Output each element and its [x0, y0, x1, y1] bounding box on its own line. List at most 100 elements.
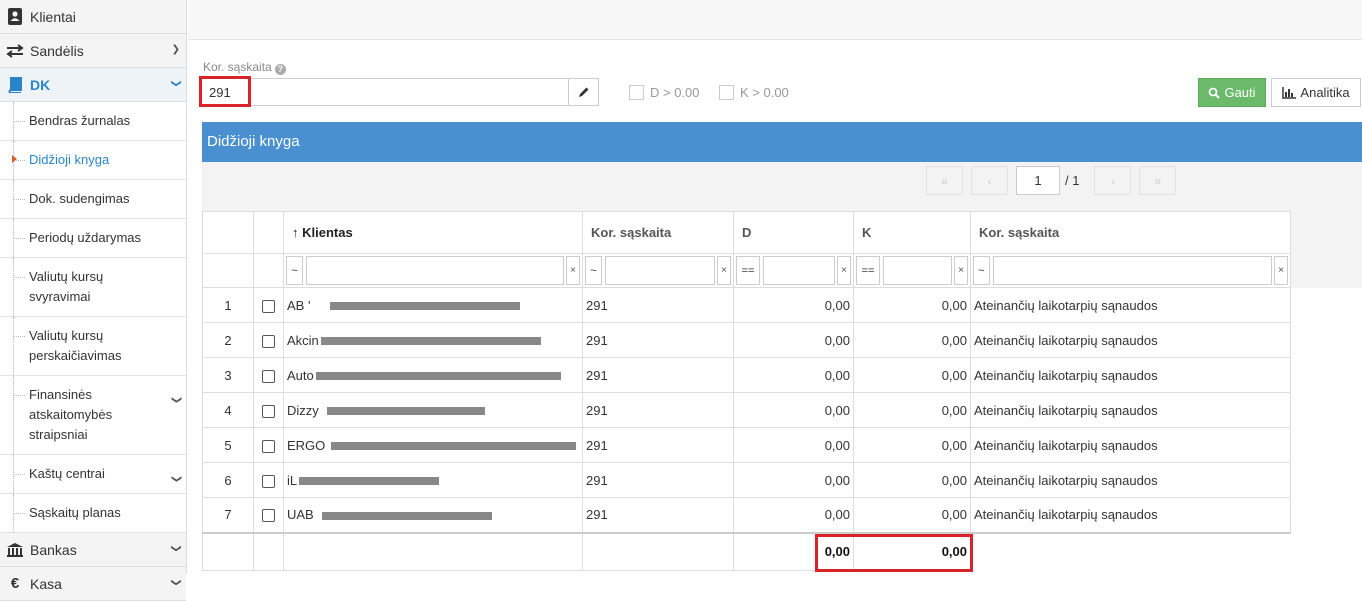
k-cell: 0,00 — [853, 497, 971, 533]
col-k-label: K — [862, 225, 872, 240]
table-row[interactable]: 7 UAB 291 0,00 0,00 Ateinančių laikotarp… — [202, 497, 1291, 533]
checkbox[interactable] — [719, 85, 734, 100]
filter-op[interactable]: == — [856, 256, 880, 285]
nav-dk-label: DK — [30, 76, 51, 93]
nav-kasa[interactable]: € Kasa ❯ — [0, 567, 186, 601]
row-checkbox[interactable] — [262, 439, 275, 453]
totals-empty — [582, 531, 734, 571]
desc-cell: Ateinančių laikotarpių sąnaudos — [970, 462, 1291, 498]
chevron-down-icon: ❯ — [170, 474, 182, 484]
col-kor-saskaita[interactable]: Kor. sąskaita — [582, 211, 734, 254]
pencil-icon — [578, 87, 588, 97]
filter-op[interactable]: ~ — [286, 256, 303, 285]
chevron-down-icon: ❯ — [171, 44, 180, 55]
filter-input[interactable] — [306, 256, 564, 285]
client-cell: iL — [283, 462, 583, 498]
table-row[interactable]: 6 iL 291 0,00 0,00 Ateinančių laikotarpi… — [202, 462, 1291, 498]
redacted-text — [321, 511, 492, 520]
filter-op[interactable]: ~ — [585, 256, 602, 285]
sidebar-item-saskaitu-planas[interactable]: Sąskaitų planas — [0, 494, 186, 533]
help-icon[interactable]: ? — [274, 64, 286, 75]
row-checkbox[interactable] — [262, 509, 275, 523]
row-select-cell — [253, 462, 284, 498]
sidebar-item-periodu-uzdarymas[interactable]: Periodų uždarymas — [0, 219, 186, 258]
client-name: iL — [287, 472, 298, 488]
filter-input[interactable] — [605, 256, 715, 285]
sort-asc-icon: ↑ — [292, 225, 299, 240]
row-checkbox[interactable] — [262, 474, 275, 488]
kor-cell: 291 — [582, 287, 734, 323]
nav-klientai[interactable]: Klientai — [0, 0, 186, 34]
totals-empty — [202, 531, 254, 571]
row-select-cell — [253, 357, 284, 393]
clear-icon[interactable]: × — [566, 256, 580, 285]
col-d[interactable]: D — [733, 211, 854, 254]
nav-sandelis[interactable]: Sandėlis ❯ — [0, 34, 186, 68]
col-k[interactable]: K — [853, 211, 971, 254]
euro-icon: € — [10, 575, 20, 592]
bank-icon — [6, 541, 24, 559]
row-select-cell — [253, 287, 284, 323]
next-page-button[interactable]: › — [1094, 166, 1132, 195]
clear-icon[interactable]: × — [1274, 256, 1288, 285]
sidebar-item-didzioji-knyga[interactable]: Didžioji knyga — [0, 141, 186, 180]
kor-saskaita-input[interactable] — [201, 78, 569, 106]
prev-page-button[interactable]: ‹ — [971, 166, 1008, 195]
checkbox[interactable] — [629, 85, 644, 100]
d-cell: 0,00 — [733, 357, 854, 393]
desc-cell: Ateinančių laikotarpių sąnaudos — [970, 392, 1291, 428]
edit-button[interactable] — [568, 78, 599, 106]
sidebar-item-dok-sudengimas[interactable]: Dok. sudengimas — [0, 180, 186, 219]
last-page-button[interactable]: » — [1139, 166, 1177, 195]
gauti-label: Gauti — [1224, 85, 1256, 100]
row-number: 6 — [202, 462, 254, 498]
sidebar-item-valiutu-svyravimai[interactable]: Valiutų kursų svyravimai — [0, 258, 186, 317]
sidebar-item-finansines-atskaitomybes[interactable]: Finansinės atskaitomybės straipsniai ❯ — [0, 376, 186, 455]
row-number: 5 — [202, 427, 254, 463]
client-cell: Dizzy — [283, 392, 583, 428]
page-input[interactable]: 1 — [1016, 166, 1060, 195]
sidebar-item-label: Kaštų centrai — [29, 466, 105, 481]
row-checkbox[interactable] — [262, 299, 275, 313]
desc-cell: Ateinančių laikotarpių sąnaudos — [970, 497, 1291, 533]
sidebar-item-label: Valiutų kursų perskaičiavimas — [29, 328, 122, 363]
table-row[interactable]: 2 Akcin 291 0,00 0,00 Ateinančių laikota… — [202, 322, 1291, 358]
sidebar-item-bendras-zurnalas[interactable]: Bendras žurnalas — [0, 102, 186, 141]
clear-icon[interactable]: × — [837, 256, 851, 285]
filter-input[interactable] — [993, 256, 1272, 285]
sidebar-item-valiutu-perskaiciavimas[interactable]: Valiutų kursų perskaičiavimas — [0, 317, 186, 376]
filter-input[interactable] — [763, 256, 835, 285]
contact-book-icon — [6, 8, 24, 26]
row-checkbox[interactable] — [262, 334, 275, 348]
filter-input[interactable] — [883, 256, 952, 285]
k-cell: 0,00 — [853, 322, 971, 358]
row-checkbox[interactable] — [262, 404, 275, 418]
table-row[interactable]: 5 ERGO 291 0,00 0,00 Ateinančių laikotar… — [202, 427, 1291, 463]
nav-bankas[interactable]: Bankas ❯ — [0, 533, 186, 567]
gauti-button[interactable]: Gauti — [1198, 78, 1266, 107]
client-name: UAB — [287, 507, 314, 523]
analitika-label: Analitika — [1300, 85, 1350, 100]
row-checkbox[interactable] — [262, 369, 275, 383]
col-klientas[interactable]: ↑ Klientas — [283, 211, 583, 254]
filter-op[interactable]: == — [736, 256, 760, 285]
table-row[interactable]: 4 Dizzy 291 0,00 0,00 Ateinančių laikota… — [202, 392, 1291, 428]
clear-icon[interactable]: × — [954, 256, 968, 285]
k-cell: 0,00 — [853, 392, 971, 428]
col-kor-saskaita-2[interactable]: Kor. sąskaita — [970, 211, 1291, 254]
table-row[interactable]: 3 Auto 291 0,00 0,00 Ateinančių laikotar… — [202, 357, 1291, 393]
k-positive-checkbox[interactable]: K > 0.00 — [719, 85, 789, 100]
analitika-button[interactable]: Analitika — [1271, 78, 1361, 107]
clear-icon[interactable]: × — [717, 256, 731, 285]
d-positive-checkbox[interactable]: D > 0.00 — [629, 85, 700, 100]
table-row[interactable]: 1 AB ' 291 0,00 0,00 Ateinančių laikotar… — [202, 287, 1291, 323]
nav-dk[interactable]: DK ❯ — [0, 68, 186, 102]
filter-op[interactable]: ~ — [973, 256, 990, 285]
d-cell: 0,00 — [733, 392, 854, 428]
top-bar — [188, 0, 1362, 40]
first-page-button[interactable]: « — [926, 166, 963, 195]
sidebar-item-kastu-centrai[interactable]: Kaštų centrai ❯ — [0, 455, 186, 494]
filter-d: == × — [733, 253, 854, 288]
client-name: Auto — [287, 367, 314, 383]
exchange-arrows-icon — [6, 42, 24, 60]
